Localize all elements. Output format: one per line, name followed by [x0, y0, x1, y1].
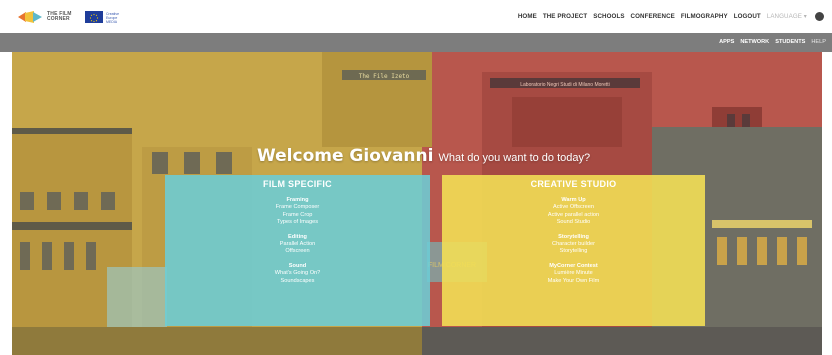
- language-dropdown[interactable]: LANGUAGE ▾: [767, 13, 807, 20]
- section-title-framing: Framing: [286, 197, 309, 203]
- nav-logout[interactable]: LOGOUT: [734, 13, 761, 20]
- subnav-apps[interactable]: APPS: [719, 39, 734, 45]
- subnav-help[interactable]: HELP: [811, 39, 826, 45]
- user-avatar-icon[interactable]: [815, 12, 824, 21]
- nav-schools[interactable]: SCHOOLS: [593, 13, 624, 20]
- section-editing: Editing Parallel Action Offscreen: [165, 233, 430, 256]
- link-frame-composer[interactable]: Frame Composer: [165, 204, 430, 212]
- section-storytelling: Storytelling Character builder Storytell…: [442, 233, 705, 256]
- link-soundscapes[interactable]: Soundscapes: [165, 278, 430, 286]
- section-title-mycorner-contest: MyCorner Contest: [549, 262, 598, 269]
- link-storytelling[interactable]: Storytelling: [442, 248, 705, 256]
- section-sound: Sound What's Going On? Soundscapes: [165, 262, 430, 285]
- section-warm-up: Warm Up Active Offscreen Active parallel…: [442, 196, 705, 227]
- logo-text: THE FILM CORNER: [47, 12, 72, 22]
- link-offscreen[interactable]: Offscreen: [165, 248, 430, 256]
- section-mycorner-contest: MyCorner Contest Lumière Minute Make You…: [442, 262, 705, 285]
- link-whats-going-on[interactable]: What's Going On?: [165, 270, 430, 278]
- nav-home[interactable]: HOME: [518, 13, 537, 20]
- link-sound-studio[interactable]: Sound Studio: [442, 219, 705, 227]
- section-title-warm-up: Warm Up: [561, 197, 586, 203]
- link-make-your-own-film[interactable]: Make Your Own Film: [442, 278, 705, 286]
- film-specific-panel: FILM SPECIFIC Framing Frame Composer Fra…: [165, 175, 430, 326]
- subnav-students[interactable]: STUDENTS: [775, 39, 805, 45]
- link-lumiere-minute[interactable]: Lumière Minute: [442, 270, 705, 278]
- link-types-of-images[interactable]: Types of Images: [165, 219, 430, 227]
- section-framing: Framing Frame Composer Frame Crop Types …: [165, 196, 430, 227]
- creative-europe-text: Creative Europe MEDIA: [106, 12, 120, 24]
- creative-studio-panel: CREATIVE STUDIO Warm Up Active Offscreen…: [442, 175, 705, 326]
- logo-text-line-2: CORNER: [47, 16, 70, 22]
- welcome-title: Welcome Giovanni: [257, 146, 434, 166]
- top-navigation-bar: THE FILM CORNER Creative Europe MEDIA HO…: [0, 0, 832, 33]
- welcome-question: What do you want to do today?: [438, 152, 591, 164]
- link-frame-crop[interactable]: Frame Crop: [165, 212, 430, 220]
- section-title-editing: Editing: [288, 233, 307, 240]
- sub-nav: APPS NETWORK STUDENTS HELP: [719, 39, 826, 45]
- nav-the-project[interactable]: THE PROJECT: [543, 13, 587, 20]
- link-character-builder[interactable]: Character builder: [442, 241, 705, 249]
- nav-conference[interactable]: CONFERENCE: [631, 13, 675, 20]
- link-active-parallel-action[interactable]: Active parallel action: [442, 212, 705, 220]
- link-active-offscreen[interactable]: Active Offscreen: [442, 204, 705, 212]
- secondary-navigation-bar: APPS NETWORK STUDENTS HELP: [0, 33, 832, 52]
- eu-flag-icon: [85, 11, 103, 23]
- section-title-sound: Sound: [288, 262, 307, 269]
- section-title-storytelling: Storytelling: [558, 233, 589, 240]
- subnav-network[interactable]: NETWORK: [740, 39, 769, 45]
- panel-title-creative-studio: CREATIVE STUDIO: [530, 179, 617, 189]
- panel-title-film-specific: FILM SPECIFIC: [263, 179, 332, 189]
- welcome-heading: Welcome Giovanni What do you want to do …: [257, 146, 590, 166]
- film-corner-logo-icon: [18, 11, 42, 23]
- film-corner-logo[interactable]: THE FILM CORNER: [17, 11, 72, 23]
- main-nav: HOME THE PROJECT SCHOOLS CONFERENCE FILM…: [518, 12, 824, 21]
- hero-banner: The File Izeto Laboratorio Negri Studi d…: [12, 52, 822, 355]
- left-building-sign: The File Izeto: [359, 73, 410, 80]
- nav-filmography[interactable]: FILMOGRAPHY: [681, 13, 728, 20]
- right-building-sign: Laboratorio Negri Studi di Milano Morett…: [520, 82, 610, 88]
- link-parallel-action[interactable]: Parallel Action: [165, 241, 430, 249]
